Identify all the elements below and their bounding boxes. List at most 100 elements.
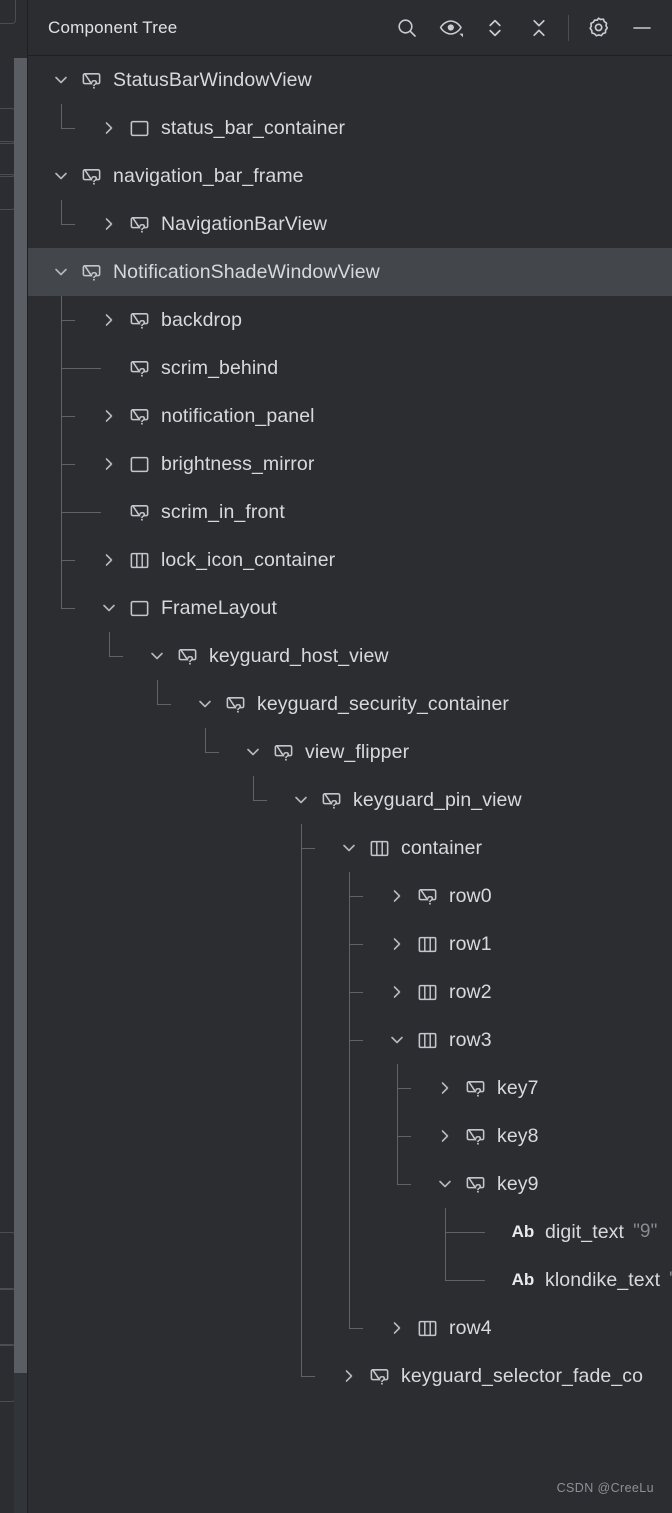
tree-node[interactable]: ? keyguard_selector_fade_co [366,1352,643,1400]
chevron-right-icon[interactable] [98,104,120,152]
chevron-right-icon[interactable] [434,1112,456,1160]
chevron-right-icon[interactable] [386,968,408,1016]
tree-row[interactable]: ? NavigationBarView [28,200,672,248]
tree-row[interactable]: brightness_mirror [28,440,672,488]
tree-node[interactable]: row3 [414,1016,492,1064]
component-tree-list[interactable]: ? StatusBarWindowView status_bar_container… [28,56,672,1513]
chevron-right-icon[interactable] [386,872,408,920]
tree-node[interactable]: row2 [414,968,492,1016]
chevron-right-icon[interactable] [338,1352,360,1400]
tree-node[interactable]: ? row0 [414,872,492,920]
tree-row[interactable]: lock_icon_container [28,536,672,584]
tree-node[interactable]: ? key8 [462,1112,539,1160]
tree-node[interactable]: Abklondike_text"WXY [510,1256,672,1304]
chevron-down-icon[interactable] [50,152,72,200]
chevron-down-icon[interactable] [50,248,72,296]
tree-node[interactable]: ? key7 [462,1064,539,1112]
tree-row[interactable]: ? NotificationShadeWindowView [28,248,672,296]
tree-node[interactable]: container [366,824,482,872]
viewgroup-unknown-icon: ? [126,403,152,429]
left-gutter [0,0,28,1513]
tree-scrollbar-thumb[interactable] [14,58,28,1373]
chevron-down-icon[interactable] [242,728,264,776]
tree-row[interactable]: ? key9 [28,1160,672,1208]
tree-row[interactable]: container [28,824,672,872]
chevron-down-icon[interactable] [290,776,312,824]
tree-node[interactable]: ? scrim_behind [126,344,278,392]
tree-row[interactable]: row1 [28,920,672,968]
tree-row[interactable]: ? key8 [28,1112,672,1160]
chevron-down-icon[interactable] [98,584,120,632]
tree-guides [28,1160,672,1208]
tree-row[interactable]: ? notification_panel [28,392,672,440]
svg-text:?: ? [138,413,145,427]
chevron-right-icon[interactable] [98,440,120,488]
tree-node[interactable]: brightness_mirror [126,440,314,488]
svg-text:?: ? [234,701,241,715]
chevron-down-icon[interactable] [386,1016,408,1064]
tree-row[interactable]: row4 [28,1304,672,1352]
chevron-down-icon[interactable] [434,1160,456,1208]
tree-node[interactable]: status_bar_container [126,104,345,152]
tree-row[interactable]: ? keyguard_security_container [28,680,672,728]
tree-node[interactable]: ? key9 [462,1160,539,1208]
tree-node[interactable]: ? notification_panel [126,392,315,440]
tree-node-label: row2 [449,980,492,1003]
settings-gear-icon[interactable] [576,6,620,50]
chevron-right-icon[interactable] [386,1304,408,1352]
chevron-down-icon[interactable] [194,680,216,728]
chevron-right-icon[interactable] [434,1064,456,1112]
expand-all-icon[interactable] [473,6,517,50]
tree-row[interactable]: row2 [28,968,672,1016]
chevron-down-icon[interactable] [50,56,72,104]
tree-row[interactable]: ? StatusBarWindowView [28,56,672,104]
minimize-icon[interactable] [620,6,664,50]
tree-row[interactable]: ? view_flipper [28,728,672,776]
tree-node[interactable]: ? NavigationBarView [126,200,327,248]
tree-row[interactable]: ? row0 [28,872,672,920]
tree-scrollbar-track[interactable] [14,58,28,1513]
tree-row[interactable]: ? key7 [28,1064,672,1112]
tree-node[interactable]: ? NotificationShadeWindowView [78,248,380,296]
tree-row[interactable]: ? backdrop [28,296,672,344]
tree-node-label: digit_text [545,1220,625,1243]
tree-node[interactable]: ? StatusBarWindowView [78,56,312,104]
tree-row[interactable]: ? keyguard_pin_view [28,776,672,824]
tree-node[interactable]: ? keyguard_host_view [174,632,389,680]
tree-node[interactable]: ? backdrop [126,296,242,344]
eye-icon[interactable] [429,6,473,50]
tree-node[interactable]: ? view_flipper [270,728,409,776]
tree-row[interactable]: FrameLayout [28,584,672,632]
tree-node[interactable]: ? keyguard_security_container [222,680,509,728]
search-icon[interactable] [385,6,429,50]
tree-row[interactable]: ? navigation_bar_frame [28,152,672,200]
tree-node[interactable]: ? keyguard_pin_view [318,776,522,824]
tree-row[interactable]: status_bar_container [28,104,672,152]
svg-text:?: ? [138,221,145,235]
tree-row[interactable]: ? scrim_in_front [28,488,672,536]
tree-row[interactable]: Abklondike_text"WXY [28,1256,672,1304]
tree-row[interactable]: ? keyguard_host_view [28,632,672,680]
tree-node[interactable]: lock_icon_container [126,536,335,584]
tree-node[interactable]: Ab digit_text "9" [510,1208,658,1256]
tree-node-label: key8 [497,1124,539,1147]
tree-row[interactable]: Ab digit_text "9" [28,1208,672,1256]
tree-row[interactable]: row3 [28,1016,672,1064]
chevron-right-icon[interactable] [98,200,120,248]
chevron-right-icon[interactable] [98,296,120,344]
tree-row[interactable]: ? scrim_behind [28,344,672,392]
tree-row[interactable]: ? keyguard_selector_fade_co [28,1352,672,1400]
chevron-down-icon[interactable] [146,632,168,680]
tree-node[interactable]: row4 [414,1304,492,1352]
tree-node[interactable]: FrameLayout [126,584,277,632]
tree-guides [28,1304,672,1352]
viewgroup-unknown-icon: ? [126,307,152,333]
chevron-right-icon[interactable] [98,392,120,440]
chevron-down-icon[interactable] [338,824,360,872]
collapse-all-icon[interactable] [517,6,561,50]
tree-node[interactable]: ? navigation_bar_frame [78,152,304,200]
chevron-right-icon[interactable] [386,920,408,968]
tree-node[interactable]: ? scrim_in_front [126,488,285,536]
chevron-right-icon[interactable] [98,536,120,584]
tree-node[interactable]: row1 [414,920,492,968]
